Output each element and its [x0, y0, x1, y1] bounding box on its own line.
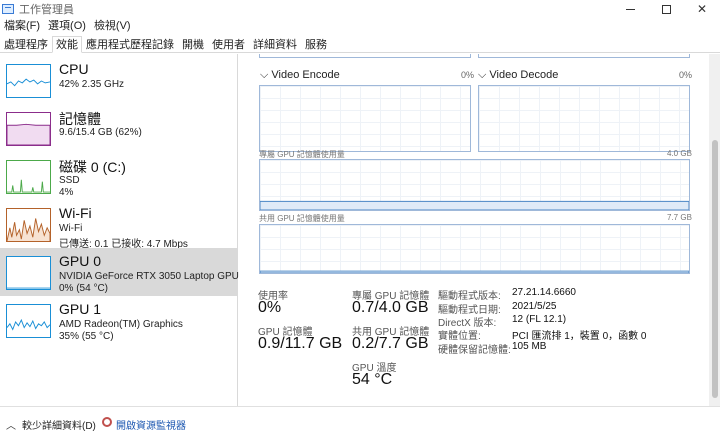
fewer-details-button[interactable]: 較少詳細資料(D)	[22, 417, 96, 432]
maximize-button[interactable]	[648, 0, 684, 18]
tab-services[interactable]: 服務	[301, 36, 331, 52]
physical-location-label: 實體位置:	[438, 331, 481, 342]
resource-name: 記憶體	[59, 111, 101, 127]
physical-location-value: PCI 匯流排 1，裝置 0，函數 0	[512, 331, 647, 342]
tab-processes[interactable]: 處理程序	[0, 36, 52, 52]
resource-detail: AMD Radeon(TM) Graphics	[59, 319, 183, 330]
directx-version-value: 12 (FL 12.1)	[512, 314, 567, 325]
open-resource-monitor-link[interactable]: 開啟資源監視器	[116, 417, 186, 432]
dedicated-memory-graph	[259, 159, 690, 211]
window-controls: ✕	[612, 0, 720, 18]
resource-disk[interactable]: 磁碟 0 (C:) SSD 4%	[0, 152, 238, 200]
resource-detail: 9.6/15.4 GB (62%)	[59, 127, 142, 138]
video-encode-graph	[259, 85, 471, 152]
driver-date-value: 2021/5/25	[512, 301, 557, 312]
reserved-memory-label: 硬體保留記憶體:	[438, 345, 511, 356]
footer-bar: ︿ 較少詳細資料(D) 開啟資源監視器	[0, 406, 720, 436]
video-decode-graph	[478, 85, 690, 152]
task-manager-icon	[2, 4, 14, 14]
shared-memory-max: 7.7 GB	[667, 213, 692, 222]
close-icon: ✕	[696, 2, 708, 16]
resource-detail: 42% 2.35 GHz	[59, 79, 125, 90]
video-decode-percent: 0%	[679, 70, 693, 80]
driver-version-value: 27.21.14.6660	[512, 287, 576, 298]
graph-top-remnant	[259, 54, 471, 58]
menu-options[interactable]: 選項(O)	[44, 18, 90, 35]
title-bar: 工作管理員 ✕	[0, 0, 720, 18]
resource-gpu1[interactable]: GPU 1 AMD Radeon(TM) Graphics 35% (55 °C…	[0, 296, 238, 344]
maximize-icon	[661, 4, 671, 14]
close-button[interactable]: ✕	[684, 0, 720, 18]
video-encode-percent: 0%	[461, 70, 475, 80]
menu-bar: 檔案(F) 選項(O) 檢視(V)	[0, 18, 135, 35]
tab-performance[interactable]: 效能	[52, 36, 82, 53]
tab-users[interactable]: 使用者	[208, 36, 249, 52]
gpu-detail-panel: ⌵ Video Encode 0% ⌵ Video Decode 0% 專屬 G…	[239, 54, 708, 406]
resource-detail: SSD	[59, 175, 80, 186]
resource-wifi[interactable]: Wi-Fi Wi-Fi 已傳送: 0.1 已接收: 4.7 Mbps	[0, 200, 238, 250]
chevron-up-icon[interactable]: ︿	[6, 417, 16, 432]
wifi-thumbnail	[6, 208, 51, 242]
resource-detail: 4%	[59, 187, 74, 198]
scrollbar-thumb[interactable]	[712, 140, 718, 398]
resource-detail: 35% (55 °C)	[59, 331, 114, 342]
tab-startup[interactable]: 開機	[178, 36, 208, 52]
driver-version-label: 驅動程式版本:	[438, 291, 501, 302]
reserved-memory-value: 105 MB	[512, 341, 547, 352]
cpu-thumbnail	[6, 64, 51, 98]
disk-thumbnail	[6, 160, 51, 194]
utilization-value: 0%	[258, 299, 282, 316]
resource-cpu[interactable]: CPU 42% 2.35 GHz	[0, 56, 238, 104]
minimize-icon	[625, 8, 635, 10]
resource-memory[interactable]: 記憶體 9.6/15.4 GB (62%)	[0, 104, 238, 152]
menu-view[interactable]: 檢視(V)	[90, 18, 135, 35]
resource-list: CPU 42% 2.35 GHz 記憶體 9.6/15.4 GB (62%) 磁…	[0, 54, 239, 406]
tab-app-history[interactable]: 應用程式歷程記錄	[82, 36, 178, 52]
tab-details[interactable]: 詳細資料	[249, 36, 301, 52]
resource-detail: NVIDIA GeForce RTX 3050 Laptop GPU	[59, 271, 239, 282]
video-encode-label: ⌵ Video Encode	[260, 69, 340, 81]
shared-memory-graph-label: 共用 GPU 記憶體使用量	[259, 214, 345, 223]
menu-file[interactable]: 檔案(F)	[0, 18, 44, 35]
window-title: 工作管理員	[19, 4, 74, 16]
video-decode-label: ⌵ Video Decode	[478, 69, 559, 81]
resource-name: CPU	[59, 61, 89, 77]
resource-name: GPU 0	[59, 253, 102, 269]
dedicated-memory-value: 0.7/4.0 GB	[352, 299, 429, 316]
resource-name: GPU 1	[59, 301, 102, 317]
vertical-scrollbar[interactable]	[709, 54, 720, 406]
shared-memory-graph	[259, 224, 690, 274]
gpu-memory-value: 0.9/11.7 GB	[258, 335, 343, 352]
minimize-button[interactable]	[612, 0, 648, 18]
resource-name: Wi-Fi	[59, 205, 92, 221]
resource-gpu0[interactable]: GPU 0 NVIDIA GeForce RTX 3050 Laptop GPU…	[0, 248, 239, 296]
memory-thumbnail	[6, 112, 51, 146]
resource-detail: 0% (54 °C)	[59, 283, 109, 294]
dedicated-memory-max: 4.0 GB	[667, 149, 692, 158]
gpu-temperature-value: 54 °C	[352, 371, 393, 388]
graph-top-remnant	[478, 54, 690, 58]
gpu1-thumbnail	[6, 304, 51, 338]
shared-memory-value: 0.2/7.7 GB	[352, 335, 429, 352]
gpu0-thumbnail	[6, 256, 51, 290]
resource-monitor-icon	[102, 417, 112, 427]
resource-detail: Wi-Fi	[59, 223, 83, 234]
tab-bar: 處理程序 效能 應用程式歷程記錄 開機 使用者 詳細資料 服務	[0, 36, 720, 53]
resource-name: 磁碟 0 (C:)	[59, 159, 126, 175]
